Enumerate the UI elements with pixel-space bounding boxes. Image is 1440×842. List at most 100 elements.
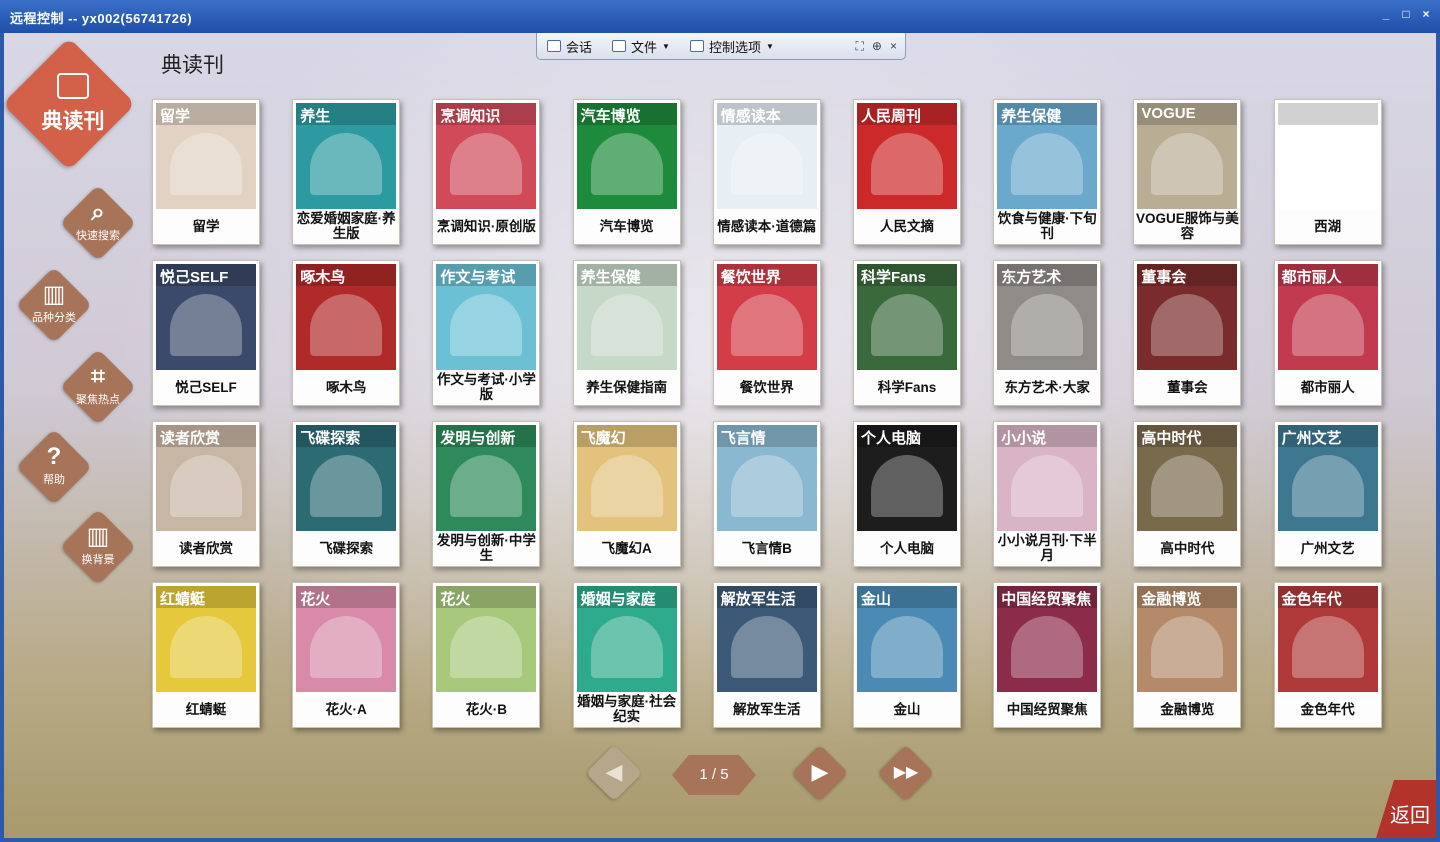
magazine-card[interactable]: 花火 花火·A	[292, 582, 401, 728]
magazine-cover: 汽车博览	[576, 103, 677, 209]
magazine-title: 飞碟探索	[319, 540, 374, 556]
fast-forward-icon: ▶▶	[893, 764, 919, 781]
magazine-card[interactable]: 西湖	[1273, 99, 1382, 245]
magazine-title: 小小说月刊·下半月	[997, 533, 1097, 563]
cover-figure	[871, 294, 943, 356]
magazine-cover: 飞碟探索	[296, 425, 397, 531]
magazine-title: 广州文艺	[1300, 540, 1355, 556]
focus-icon: ⌗	[91, 363, 105, 390]
cover-figure	[730, 294, 803, 356]
magazine-card[interactable]: 婚姻与家庭 婚姻与家庭·社会纪实	[572, 582, 681, 728]
magazine-card[interactable]: VOGUE VOGUE服饰与美容	[1133, 99, 1242, 245]
magazine-card[interactable]: 都市丽人 都市丽人	[1273, 260, 1382, 406]
pin-icon[interactable]: ⊕	[872, 39, 882, 53]
cover-masthead: 飞魔幻	[580, 430, 626, 447]
magazine-card[interactable]: 飞魔幻飞魔幻A	[572, 421, 681, 567]
cover-figure	[590, 616, 663, 678]
magazine-card[interactable]: 情感读本 情感读本·道德篇	[712, 99, 821, 245]
cover-figure	[170, 616, 242, 678]
magazine-card[interactable]: 养生保健养生保健指南	[572, 260, 681, 406]
maximize-button[interactable]: □	[1398, 6, 1414, 22]
magazine-title: 读者欣赏	[179, 540, 233, 556]
cover-masthead: 东方艺术	[1001, 269, 1062, 286]
file-label: 文件	[631, 39, 658, 55]
cover-masthead: VOGUE	[1141, 105, 1196, 122]
magazine-card[interactable]: 发明与创新 发明与创新·中学生	[432, 421, 541, 567]
toolbar-close-button[interactable]: ×	[890, 39, 897, 53]
magazine-card[interactable]: 汽车博览 汽车博览	[572, 99, 681, 245]
magazine-card[interactable]: 读者欣赏 读者欣赏	[152, 421, 260, 567]
chat-label: 会话	[566, 39, 593, 55]
magazine-title: 啄木鸟	[325, 379, 367, 395]
cover-figure	[730, 616, 803, 678]
magazine-card[interactable]: 董事会 董事会	[1133, 260, 1242, 406]
magazine-card[interactable]: 悦己SELF 悦己SELF	[152, 260, 260, 406]
magazine-card[interactable]: 人民周刊 人民文摘	[853, 99, 961, 245]
sidebar-focus-button[interactable]: ⌗ 聚焦热点	[59, 348, 137, 426]
magazine-card[interactable]: 个人电脑 个人电脑	[853, 421, 961, 567]
magazine-card[interactable]: 啄木鸟 啄木鸟	[292, 260, 401, 406]
control-options-menu[interactable]: 控制选项 ▼	[680, 33, 784, 59]
cover-masthead: 都市丽人	[1281, 269, 1342, 286]
back-label: 返回	[1390, 805, 1430, 827]
magazine-card[interactable]: 烹调知识烹调知识·原创版	[432, 99, 541, 245]
cover-masthead: 飞言情	[720, 430, 766, 447]
magazine-card[interactable]: 金山 金山	[853, 582, 961, 728]
cover-figure	[871, 616, 943, 678]
magazine-card[interactable]: 广州文艺 广州文艺	[1273, 421, 1382, 567]
magazine-card[interactable]: 餐饮世界 餐饮世界	[712, 260, 821, 406]
next-arrow-icon: ▶	[811, 759, 829, 784]
magazine-cover: 金融博览	[1137, 586, 1238, 692]
magazine-card[interactable]: 东方艺术 东方艺术·大家	[993, 260, 1102, 406]
magazine-card[interactable]: 金融博览 金融博览	[1133, 582, 1242, 728]
chat-menu[interactable]: 会话	[537, 33, 602, 59]
magazine-cover: 解放军生活	[716, 586, 817, 692]
cover-figure	[450, 616, 523, 678]
magazine-card[interactable]: 作文与考试 作文与考试·小学版	[432, 260, 541, 406]
magazine-card[interactable]: 科学Fans 科学Fans	[853, 260, 961, 406]
magazine-title: 飞魔幻A	[601, 540, 652, 556]
magazine-cover: 烹调知识	[436, 103, 537, 209]
magazine-title: 西湖	[1314, 218, 1342, 234]
cover-figure	[1291, 133, 1364, 195]
cover-figure	[1011, 294, 1084, 356]
cover-figure	[450, 294, 523, 356]
magazine-card[interactable]: 中国经贸聚焦 中国经贸聚焦	[993, 582, 1102, 728]
magazine-title: 汽车博览	[599, 218, 654, 234]
cover-masthead: 养生保健	[580, 269, 641, 286]
cover-masthead: 花火	[440, 591, 471, 608]
magazine-cover: 董事会	[1137, 264, 1238, 370]
magazine-cover: 养生保健	[997, 103, 1098, 209]
magazine-card[interactable]: 花火花火·B	[432, 582, 541, 728]
magazine-title: 烹调知识·原创版	[436, 218, 536, 234]
magazine-card[interactable]: 解放军生活 解放军生活	[712, 582, 821, 728]
magazine-card[interactable]: 养生 恋爱婚姻家庭·养生版	[292, 99, 401, 245]
wrench-icon	[689, 40, 704, 52]
sidebar-background-button[interactable]: ▥ 换背景	[59, 508, 137, 586]
book-open-icon: ▥	[86, 523, 110, 550]
magazine-cover: VOGUE	[1137, 103, 1238, 209]
close-window-button[interactable]: ×	[1418, 6, 1434, 22]
minimize-button[interactable]: _	[1378, 6, 1394, 22]
sidebar-search-button[interactable]: ⌕ 快速搜索	[59, 184, 137, 262]
cover-figure	[1151, 294, 1224, 356]
magazine-title: 高中时代	[1160, 540, 1215, 556]
magazine-title: 花火·B	[465, 701, 508, 717]
file-menu[interactable]: 文件 ▼	[602, 33, 680, 59]
magazine-card[interactable]: 飞碟探索 飞碟探索	[292, 421, 401, 567]
fullscreen-icon[interactable]: ⛶	[856, 39, 864, 54]
magazine-card[interactable]: 飞言情 飞言情B	[712, 421, 821, 567]
cover-masthead: 啄木鸟	[300, 269, 346, 286]
magazine-card[interactable]: 金色年代 金色年代	[1273, 582, 1382, 728]
sidebar-help-button[interactable]: ? 帮助	[15, 428, 93, 506]
magazine-title: 金色年代	[1300, 701, 1355, 717]
sidebar-category-button[interactable]: ▥ 品种分类	[15, 266, 93, 344]
magazine-card[interactable]: 留学 留学	[152, 99, 260, 245]
magazine-card[interactable]: 小小说 小小说月刊·下半月	[993, 421, 1102, 567]
magazine-title: 养生保健指南	[586, 379, 668, 395]
magazine-card[interactable]: 红蜻蜓 红蜻蜓	[152, 582, 260, 728]
magazine-card[interactable]: 高中时代 高中时代	[1133, 421, 1242, 567]
magazine-card[interactable]: 养生保健 饮食与健康·下旬刊	[993, 99, 1102, 245]
magazine-cover: 东方艺术	[997, 264, 1098, 370]
magazine-cover: 中国经贸聚焦	[997, 586, 1098, 692]
